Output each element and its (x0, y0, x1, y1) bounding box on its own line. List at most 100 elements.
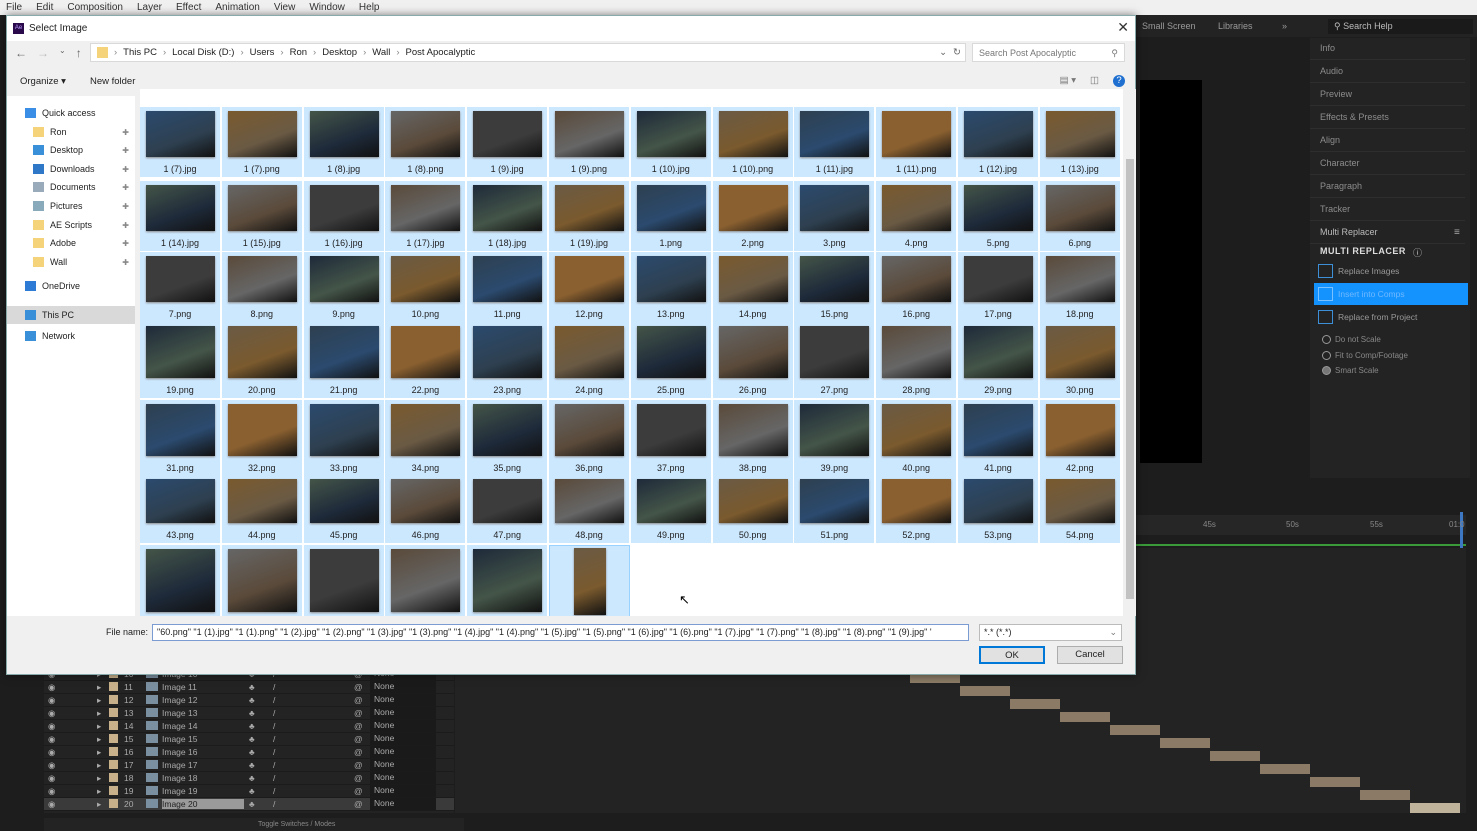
layer-name[interactable]: Image 15 (162, 734, 197, 744)
file-item[interactable]: 1 (13).jpg (1039, 107, 1121, 177)
eye-icon[interactable]: ◉ (48, 734, 55, 745)
file-item[interactable]: 4.png (876, 181, 958, 251)
breadcrumb-item[interactable]: Users (250, 47, 275, 58)
label-color-swatch[interactable] (109, 682, 118, 691)
expand-arrow-icon[interactable]: ▸ (97, 747, 101, 758)
file-item[interactable]: 1 (19).jpg (549, 181, 630, 251)
label-color-swatch[interactable] (109, 773, 118, 782)
eye-icon[interactable]: ◉ (48, 747, 55, 758)
file-item[interactable]: 56.png (221, 545, 303, 616)
layer-row[interactable]: ◉ ▸ 20 Image 20 ♣ / @ None (44, 798, 454, 811)
parent-pickwhip-icon[interactable]: @ (354, 773, 363, 783)
forward-arrow-icon[interactable]: → (37, 46, 49, 60)
track-matte-dropdown[interactable]: None (370, 772, 436, 784)
file-item[interactable]: 39.png (794, 400, 876, 476)
close-icon[interactable]: ✕ (1117, 19, 1129, 36)
file-item[interactable]: 30.png (1039, 322, 1121, 398)
action-insert-into-comps[interactable]: Insert into Comps (1314, 283, 1468, 305)
address-bar[interactable]: › This PC › Local Disk (D:) › Users › Ron › Deskt… (90, 43, 966, 62)
menu-file[interactable]: File (6, 2, 22, 13)
layer-row[interactable]: ◉ ▸ 15 Image 15 ♣ / @ None (44, 733, 454, 746)
parent-pickwhip-icon[interactable]: @ (354, 682, 363, 692)
label-color-swatch[interactable] (109, 695, 118, 704)
layer-duration-bar[interactable] (960, 686, 1010, 696)
quality-icon[interactable]: / (273, 786, 275, 796)
breadcrumb-item[interactable]: Ron (290, 47, 307, 58)
layer-name[interactable]: Image 17 (162, 760, 197, 770)
shy-icon[interactable]: ♣ (249, 695, 255, 705)
layer-name[interactable]: Image 12 (162, 695, 197, 705)
file-item[interactable]: 1 (14).jpg (140, 181, 221, 251)
layer-row[interactable]: ◉ ▸ 12 Image 12 ♣ / @ None (44, 694, 454, 707)
shy-icon[interactable]: ♣ (249, 773, 255, 783)
file-item[interactable]: 32.png (221, 400, 303, 476)
layer-name[interactable]: Image 16 (162, 747, 197, 757)
label-color-swatch[interactable] (109, 760, 118, 769)
layer-name[interactable]: Image 11 (162, 682, 197, 692)
nav-item-documents[interactable]: Documents ✚ (33, 182, 133, 192)
file-item[interactable]: 1 (15).jpg (221, 181, 303, 251)
file-item[interactable]: 28.png (876, 322, 958, 398)
menu-view[interactable]: View (274, 2, 296, 13)
file-item[interactable]: 26.png (712, 322, 794, 398)
new-folder-button[interactable]: New folder (90, 76, 135, 87)
cancel-button[interactable]: Cancel (1057, 646, 1123, 664)
layer-name[interactable]: Image 13 (162, 708, 197, 718)
panel-effects-presets[interactable]: Effects & Presets (1310, 107, 1465, 129)
file-item[interactable]: 31.png (140, 400, 221, 476)
file-type-select[interactable]: *.* (*.*) ⌄ (979, 624, 1122, 641)
eye-icon[interactable]: ◉ (48, 799, 55, 810)
track-matte-dropdown[interactable]: None (370, 720, 436, 732)
expand-arrow-icon[interactable]: ▸ (97, 786, 101, 797)
ok-button[interactable]: OK (979, 646, 1045, 664)
track-matte-dropdown[interactable]: None (370, 746, 436, 758)
shy-icon[interactable]: ♣ (249, 747, 255, 757)
toggle-switches-modes[interactable]: Toggle Switches / Modes (258, 821, 335, 828)
expand-arrow-icon[interactable]: ▸ (97, 734, 101, 745)
file-item[interactable]: 13.png (630, 252, 712, 322)
layer-row[interactable]: ◉ ▸ 16 Image 16 ♣ / @ None (44, 746, 454, 759)
quality-icon[interactable]: / (273, 708, 275, 718)
menu-help[interactable]: Help (359, 2, 380, 13)
nav-item-downloads[interactable]: Downloads ✚ (33, 164, 133, 174)
file-item[interactable]: 47.png (467, 475, 549, 543)
preview-pane-icon[interactable]: ◫ (1090, 75, 1099, 87)
action-replace-from-project[interactable]: Replace from Project (1314, 306, 1468, 328)
file-item[interactable]: 60.png (549, 545, 630, 616)
quality-icon[interactable]: / (273, 682, 275, 692)
layer-name[interactable]: Image 18 (162, 773, 197, 783)
track-matte-dropdown[interactable]: None (370, 798, 436, 810)
track-matte-dropdown[interactable]: None (370, 681, 436, 693)
file-item[interactable]: 49.png (630, 475, 712, 543)
layer-duration-bar[interactable] (1260, 764, 1310, 774)
file-item[interactable]: 45.png (303, 475, 385, 543)
file-item[interactable]: 20.png (221, 322, 303, 398)
nav-item-this-pc[interactable]: This PC (7, 306, 135, 324)
search-help-input[interactable]: ⚲ Search Help (1328, 19, 1473, 34)
action-replace-images[interactable]: Replace Images (1314, 260, 1468, 282)
view-options-icon[interactable]: ▤ ▾ (1060, 75, 1076, 87)
file-item[interactable]: 38.png (712, 400, 794, 476)
panel-multi-replacer[interactable]: Multi Replacer (1310, 222, 1465, 244)
file-item[interactable]: 23.png (467, 322, 549, 398)
file-item[interactable]: 34.png (385, 400, 467, 476)
track-matte-dropdown[interactable]: None (370, 694, 436, 706)
file-item[interactable]: 43.png (140, 475, 221, 543)
label-color-swatch[interactable] (109, 721, 118, 730)
label-color-swatch[interactable] (109, 734, 118, 743)
file-item[interactable]: 36.png (549, 400, 630, 476)
quality-icon[interactable]: / (273, 760, 275, 770)
address-dropdown-icon[interactable]: ⌄ (939, 47, 947, 58)
parent-pickwhip-icon[interactable]: @ (354, 708, 363, 718)
file-item[interactable]: 1 (12).jpg (958, 107, 1039, 177)
quality-icon[interactable]: / (273, 695, 275, 705)
layer-row[interactable]: ◉ ▸ 14 Image 14 ♣ / @ None (44, 720, 454, 733)
menu-animation[interactable]: Animation (215, 2, 259, 13)
file-item[interactable]: 42.png (1039, 400, 1121, 476)
breadcrumb-item[interactable]: Desktop (322, 47, 357, 58)
nav-item-ron[interactable]: Ron ✚ (33, 127, 133, 137)
quality-icon[interactable]: / (273, 747, 275, 757)
file-item[interactable]: 35.png (467, 400, 549, 476)
organize-button[interactable]: Organize ▾ (20, 76, 66, 87)
label-color-swatch[interactable] (109, 747, 118, 756)
